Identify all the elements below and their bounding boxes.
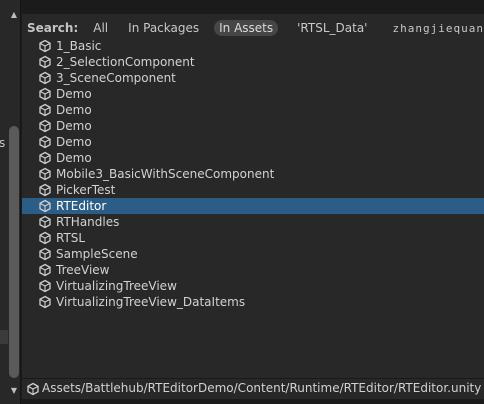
list-item[interactable]: Demo: [22, 134, 484, 150]
unity-scene-icon: [39, 167, 51, 181]
left-pane-scrollbar[interactable]: ▲ ▼: [8, 6, 20, 396]
list-item[interactable]: VirtualizingTreeView_DataItems: [22, 294, 484, 310]
status-bar: Assets/Battlehub/RTEditorDemo/Content/Ru…: [22, 378, 484, 399]
unity-scene-icon: [39, 87, 51, 101]
list-item-label: 3_SceneComponent: [56, 71, 176, 85]
list-item-label: VirtualizingTreeView: [56, 279, 177, 293]
list-item[interactable]: Demo: [22, 150, 484, 166]
user-name-label: zhangjiequan: [392, 21, 484, 35]
list-item[interactable]: PickerTest: [22, 182, 484, 198]
list-item-label: VirtualizingTreeView_DataItems: [56, 295, 246, 309]
list-item[interactable]: RTHandles: [22, 214, 484, 230]
left-pane: s ▲ ▼: [0, 0, 21, 404]
unity-scene-icon: [27, 382, 39, 396]
list-item[interactable]: 2_SelectionComponent: [22, 54, 484, 70]
unity-scene-icon: [39, 151, 51, 165]
list-item[interactable]: Mobile3_BasicWithSceneComponent: [22, 166, 484, 182]
unity-scene-icon: [39, 55, 51, 69]
search-filter-bar: Search: All In Packages In Assets 'RTSL_…: [22, 18, 484, 38]
search-label: Search:: [27, 21, 79, 35]
unity-scene-icon: [39, 39, 51, 53]
list-item-label: PickerTest: [56, 183, 116, 197]
list-item[interactable]: 3_SceneComponent: [22, 70, 484, 86]
list-item-label: Mobile3_BasicWithSceneComponent: [56, 167, 275, 181]
list-item-label: RTEditor: [56, 199, 107, 213]
unity-scene-icon: [39, 295, 51, 309]
list-item[interactable]: TreeView: [22, 262, 484, 278]
filter-in-assets-button[interactable]: In Assets: [214, 20, 279, 36]
unity-scene-icon: [39, 263, 51, 277]
list-item-label: Demo: [56, 103, 92, 117]
list-item-label: 1_Basic: [56, 39, 102, 53]
list-item[interactable]: RTSL: [22, 230, 484, 246]
filter-in-packages-button[interactable]: In Packages: [123, 20, 204, 36]
filter-all-button[interactable]: All: [88, 20, 113, 36]
list-item-label: SampleScene: [56, 247, 138, 261]
list-item[interactable]: 1_Basic: [22, 38, 484, 54]
selected-asset-path: Assets/Battlehub/RTEditorDemo/Content/Ru…: [42, 381, 482, 395]
list-item-label: Demo: [56, 135, 92, 149]
unity-scene-icon: [39, 279, 51, 293]
unity-scene-icon: [39, 231, 51, 245]
unity-scene-icon: [39, 183, 51, 197]
list-item-label: Demo: [56, 119, 92, 133]
list-item-label: 2_SelectionComponent: [56, 55, 195, 69]
unity-scene-icon: [39, 135, 51, 149]
list-item[interactable]: Demo: [22, 102, 484, 118]
scroll-down-arrow-icon[interactable]: ▼: [9, 386, 19, 396]
scroll-up-arrow-icon[interactable]: ▲: [9, 10, 19, 20]
scrollbar-thumb[interactable]: [9, 126, 19, 378]
list-item-label: Demo: [56, 151, 92, 165]
unity-scene-icon: [39, 247, 51, 261]
left-pane-edge-text: s: [0, 136, 6, 150]
unity-scene-icon: [39, 71, 51, 85]
list-item[interactable]: RTEditor: [22, 198, 484, 214]
list-item[interactable]: VirtualizingTreeView: [22, 278, 484, 294]
filter-folder-button[interactable]: 'RTSL_Data': [292, 20, 372, 36]
unity-scene-icon: [39, 119, 51, 133]
list-item[interactable]: SampleScene: [22, 246, 484, 262]
list-item-label: RTSL: [56, 231, 86, 245]
scene-list: 1_Basic 2_SelectionComponent 3_SceneCompon…: [22, 38, 484, 310]
list-item-label: Demo: [56, 87, 92, 101]
unity-scene-icon: [39, 103, 51, 117]
unity-scene-icon: [39, 215, 51, 229]
unity-scene-icon: [39, 199, 51, 213]
list-item-label: TreeView: [56, 263, 110, 277]
left-pane-selection-strip: [0, 330, 8, 344]
list-item[interactable]: Demo: [22, 86, 484, 102]
list-item-label: RTHandles: [56, 215, 120, 229]
list-item[interactable]: Demo: [22, 118, 484, 134]
asset-list-panel: Search: All In Packages In Assets 'RTSL_…: [22, 14, 484, 378]
